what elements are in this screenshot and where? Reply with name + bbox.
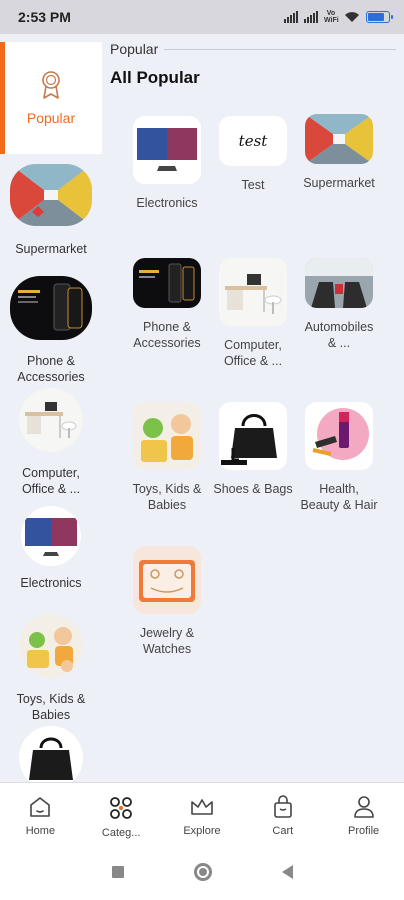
category-name: Test (241, 178, 265, 192)
network-label: Vo WiFi (324, 10, 339, 24)
sidebar-item-supermarket[interactable]: Supermarket (0, 164, 102, 257)
wifi-icon (345, 12, 359, 22)
category-test[interactable]: test Test (208, 116, 298, 193)
active-indicator (0, 42, 5, 154)
phone-promo-image (10, 276, 92, 340)
sidebar-item-label: Popular (26, 110, 76, 126)
sidebar-item-label: Phone & Accessories (17, 354, 85, 384)
nav-explore[interactable]: Explore (167, 783, 237, 844)
bottom-navigation: Home Categ... Explore Cart Profile (0, 782, 404, 844)
nav-cart[interactable]: Cart (248, 783, 318, 844)
system-navigation-bar (0, 844, 404, 900)
sidebar-item-label: Electronics (20, 576, 82, 590)
category-toys-kids[interactable]: Toys, Kids & Babies (122, 402, 212, 513)
recents-button[interactable] (111, 866, 124, 878)
category-shoes-bags[interactable]: Shoes & Bags (208, 402, 298, 497)
kid-toys-image (19, 614, 83, 678)
svg-text:test: test (239, 132, 269, 150)
category-name: Electronics (136, 196, 198, 210)
category-supermarket[interactable]: Supermarket (294, 114, 384, 191)
sidebar-item-toys-kids[interactable]: Toys, Kids & Babies (0, 614, 102, 723)
test-script-image: test (219, 116, 287, 166)
category-automobiles[interactable]: Automobiles & ... (294, 258, 384, 351)
category-icon (110, 797, 133, 819)
bag-icon (273, 795, 292, 818)
nav-label: Home (25, 825, 56, 837)
page-title: All Popular (110, 68, 200, 87)
sidebar-item-computer-office[interactable]: Computer, Office & ... (0, 388, 102, 497)
nav-label: Explore (183, 825, 221, 837)
office-desk-image (19, 388, 83, 452)
sidebar-item-popular[interactable]: Popular (0, 42, 102, 154)
supermarket-aisle-image (305, 114, 373, 164)
nav-label: Categ... (101, 827, 141, 839)
nav-profile[interactable]: Profile (329, 783, 399, 844)
category-health-beauty[interactable]: Health, Beauty & Hair (294, 402, 384, 513)
office-desk-image (219, 258, 287, 326)
battery-icon (366, 11, 393, 23)
profile-icon (353, 796, 374, 818)
category-computer-office[interactable]: Computer, Office & ... (208, 258, 298, 369)
sidebar-item-phone-accessories[interactable]: Phone & Accessories (0, 276, 102, 385)
category-name: Computer, Office & ... (223, 338, 283, 368)
category-jewelry-watches[interactable]: Jewelry & Watches (122, 546, 212, 657)
status-bar: 2:53 PM Vo WiFi (0, 0, 404, 34)
status-time: 2:53 PM (18, 9, 71, 25)
monitor-image (133, 116, 201, 184)
category-name: Shoes & Bags (213, 482, 293, 496)
home-button[interactable] (193, 863, 212, 881)
back-button[interactable] (281, 865, 293, 879)
nav-categories[interactable]: Categ... (86, 783, 156, 844)
nav-label: Profile (347, 825, 380, 837)
category-content: Popular All Popular Electronics test Tes… (102, 34, 404, 782)
category-name: Jewelry & Watches (139, 626, 195, 656)
category-electronics[interactable]: Electronics (122, 116, 212, 211)
section-label: Popular (110, 41, 159, 57)
sidebar-item-label: Computer, Office & ... (21, 466, 81, 496)
category-sidebar: Popular Supermarket Phone & Accessories (0, 34, 102, 782)
category-phone-accessories[interactable]: Phone & Accessories (122, 258, 212, 351)
crown-icon (191, 799, 213, 815)
home-icon (30, 797, 51, 817)
sidebar-item-label: Toys, Kids & Babies (16, 692, 86, 722)
category-name: Health, Beauty & Hair (300, 482, 378, 512)
category-name: Automobiles & ... (304, 320, 374, 350)
kid-toys-image (133, 402, 201, 470)
nav-label: Cart (272, 825, 294, 837)
signal-icon (284, 11, 298, 23)
car-interior-image (305, 258, 373, 308)
category-name: Phone & Accessories (133, 320, 201, 350)
handbag-image (19, 726, 83, 782)
supermarket-image (10, 164, 92, 226)
status-icons: Vo WiFi (284, 10, 393, 24)
jewelry-box-image (133, 546, 201, 614)
section-header: Popular (110, 41, 396, 57)
category-name: Supermarket (303, 176, 375, 190)
phone-promo-image (133, 258, 201, 308)
divider (164, 48, 396, 50)
cosmetics-image (305, 402, 373, 470)
nav-home[interactable]: Home (5, 783, 75, 844)
sidebar-item-electronics[interactable]: Electronics (0, 506, 102, 591)
sidebar-item-shoes-bags[interactable] (0, 726, 102, 782)
medal-icon (42, 71, 60, 99)
handbag-image (219, 402, 287, 470)
signal-icon-2 (304, 11, 318, 23)
category-name: Toys, Kids & Babies (132, 482, 202, 512)
monitor-image (21, 506, 81, 566)
sidebar-item-label: Supermarket (15, 242, 87, 256)
